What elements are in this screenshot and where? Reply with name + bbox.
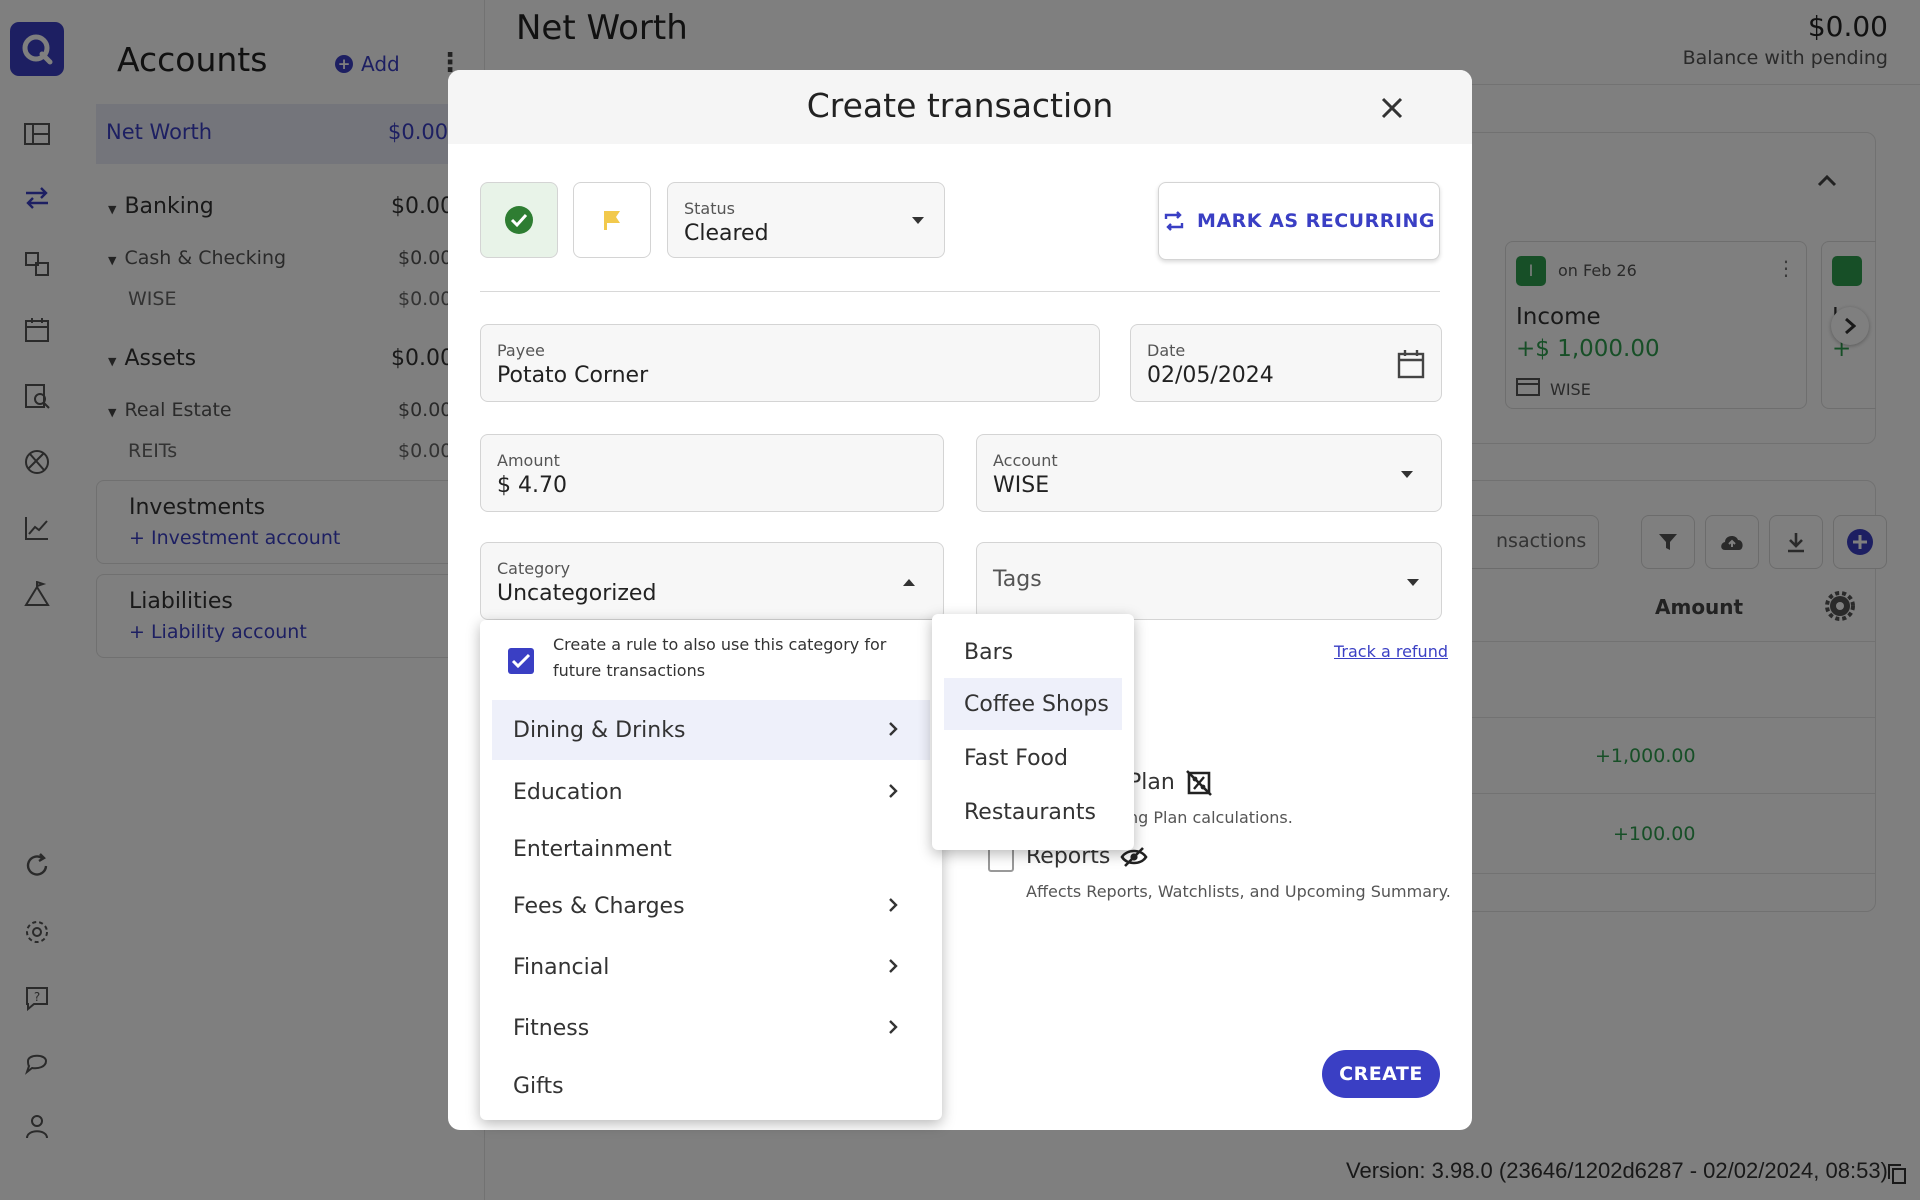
modal-title: Create transaction (806, 86, 1114, 125)
subcategory-label: Fast Food (964, 745, 1068, 771)
category-item-label: Education (513, 779, 623, 805)
category-item-label: Dining & Drinks (513, 717, 686, 743)
account-value: WISE (993, 473, 1050, 498)
category-item-entertainment[interactable]: Entertainment (480, 819, 942, 879)
amount-field[interactable]: Amount $ 4.70 (480, 434, 944, 512)
repeat-icon (1164, 211, 1184, 231)
date-field[interactable]: Date 02/05/2024 (1130, 324, 1442, 402)
mark-as-recurring-button[interactable]: MARK AS RECURRING (1158, 182, 1440, 260)
subcategory-menu: Bars Coffee Shops Fast Food Restaurants (932, 614, 1134, 850)
subcategory-label: Bars (964, 639, 1014, 665)
create-rule-checkbox[interactable] (508, 648, 534, 674)
check-circle-icon (505, 206, 533, 234)
account-select[interactable]: Account WISE (976, 434, 1442, 512)
percent-off-icon (1186, 770, 1212, 796)
close-icon[interactable] (1376, 92, 1408, 124)
subcategory-label: Restaurants (964, 799, 1096, 825)
amount-value: $ 4.70 (497, 473, 567, 498)
category-item-label: Fitness (513, 1015, 590, 1041)
tags-select[interactable]: Tags (976, 542, 1442, 620)
form-divider (480, 291, 1440, 292)
category-item-label: Gifts (513, 1073, 564, 1099)
category-dropdown-menu: Create a rule to also use this category … (480, 620, 942, 1120)
category-item-label: Entertainment (513, 836, 672, 862)
subcategory-item-bars[interactable]: Bars (944, 626, 1122, 678)
caret-up-icon (903, 579, 915, 586)
category-select[interactable]: Category Uncategorized (480, 542, 944, 620)
category-item-label: Fees & Charges (513, 893, 685, 919)
plan-description: ng Plan calculations. (1128, 808, 1293, 827)
category-item-education[interactable]: Education (480, 762, 942, 822)
chevron-right-icon (889, 784, 898, 798)
track-refund-link[interactable]: Track a refund (1334, 642, 1448, 661)
reports-description: Affects Reports, Watchlists, and Upcomin… (1026, 882, 1451, 901)
subcategory-label: Coffee Shops (964, 691, 1109, 717)
status-label: Status (684, 199, 735, 218)
category-label: Category (497, 559, 571, 578)
caret-down-icon (912, 217, 924, 224)
chevron-right-icon (889, 898, 898, 912)
status-value: Cleared (684, 221, 769, 246)
mark-as-recurring-label: MARK AS RECURRING (1197, 210, 1435, 232)
create-button[interactable]: CREATE (1322, 1050, 1440, 1098)
subcategory-item-restaurants[interactable]: Restaurants (944, 786, 1122, 838)
tags-placeholder: Tags (993, 567, 1042, 592)
subcategory-item-coffee-shops[interactable]: Coffee Shops (944, 678, 1122, 730)
category-item-fitness[interactable]: Fitness (480, 998, 942, 1058)
payee-field[interactable]: Payee Potato Corner (480, 324, 1100, 402)
caret-down-icon (1407, 579, 1419, 586)
category-item-gifts[interactable]: Gifts (480, 1056, 942, 1116)
calendar-icon[interactable] (1397, 349, 1425, 379)
subcategory-item-fast-food[interactable]: Fast Food (944, 732, 1122, 784)
chevron-right-icon (889, 722, 898, 736)
status-select[interactable]: Status Cleared (667, 182, 945, 258)
account-label: Account (993, 451, 1058, 470)
amount-label: Amount (497, 451, 560, 470)
cleared-toggle-button[interactable] (480, 182, 558, 258)
category-item-financial[interactable]: Financial (480, 937, 942, 997)
chevron-right-icon (889, 1020, 898, 1034)
flag-button[interactable] (573, 182, 651, 258)
flag-icon (604, 211, 620, 230)
date-label: Date (1147, 341, 1186, 360)
category-item-label: Financial (513, 954, 610, 980)
date-value: 02/05/2024 (1147, 363, 1274, 388)
caret-down-icon (1401, 471, 1413, 478)
payee-label: Payee (497, 341, 545, 360)
plan-label: Plan (1128, 770, 1175, 795)
payee-value: Potato Corner (497, 363, 649, 388)
category-item-fees-charges[interactable]: Fees & Charges (480, 876, 942, 936)
category-item-dining-drinks[interactable]: Dining & Drinks (492, 700, 930, 760)
checkmark-icon (511, 653, 531, 669)
chevron-right-icon (889, 959, 898, 973)
category-value: Uncategorized (497, 581, 657, 606)
create-rule-text: Create a rule to also use this category … (553, 635, 887, 680)
